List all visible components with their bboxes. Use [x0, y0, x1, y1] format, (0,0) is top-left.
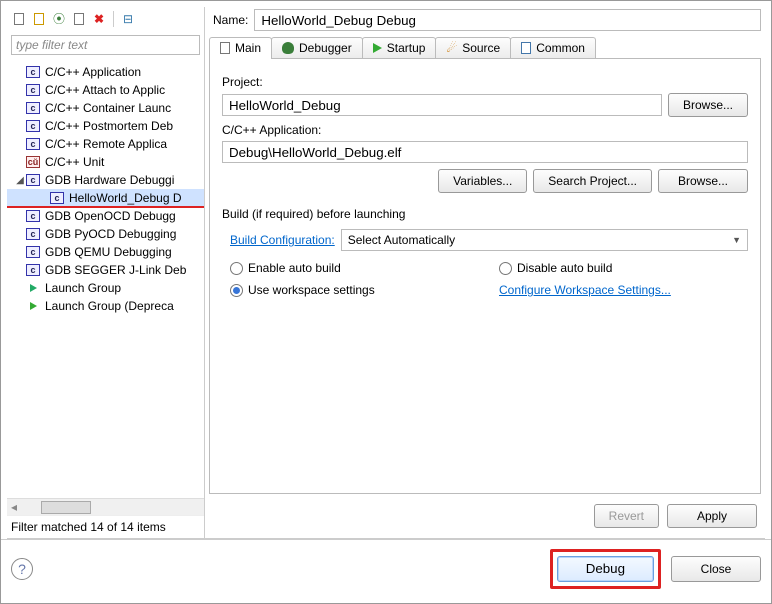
close-button[interactable]: Close	[671, 556, 761, 582]
tree-item[interactable]: cC/C++ Postmortem Deb	[7, 117, 204, 135]
app-input[interactable]	[222, 141, 748, 163]
build-config-link[interactable]: Build Configuration:	[230, 233, 335, 247]
use-workspace-radio[interactable]: Use workspace settings	[230, 283, 479, 297]
disable-auto-build-radio[interactable]: Disable auto build	[499, 261, 748, 275]
tree-item[interactable]: cGDB OpenOCD Debugg	[7, 207, 204, 225]
tree-item[interactable]: cC/C++ Container Launc	[7, 99, 204, 117]
dialog-button-bar: ? Debug Close	[1, 539, 771, 597]
tab-startup[interactable]: Startup	[362, 37, 437, 58]
apply-button[interactable]: Apply	[667, 504, 757, 528]
browse-app-button[interactable]: Browse...	[658, 169, 748, 193]
tab-debugger[interactable]: Debugger	[271, 37, 363, 58]
bug-icon	[282, 42, 294, 54]
doc-icon	[220, 42, 230, 54]
debug-highlight-box: Debug	[550, 549, 661, 589]
tree-item[interactable]: cGDB SEGGER J-Link Deb	[7, 261, 204, 279]
tab-main-body: Project: Browse... C/C++ Application: Va…	[209, 59, 761, 494]
config-tree[interactable]: cC/C++ Application cC/C++ Attach to Appl…	[7, 59, 204, 498]
play-icon	[373, 43, 382, 53]
right-panel: Name: Main Debugger Startup ☄Source Comm…	[205, 7, 765, 539]
export-icon[interactable]: ⦿	[51, 11, 67, 27]
chevron-down-icon: ▼	[732, 235, 741, 245]
collapse-icon[interactable]: ⊟	[120, 11, 136, 27]
delete-icon[interactable]: ✖	[91, 11, 107, 27]
config-tabs: Main Debugger Startup ☄Source Common	[209, 37, 761, 59]
left-panel: ⦿ ✖ ⊟ type filter text cC/C++ Applicatio…	[7, 7, 205, 539]
tree-toolbar: ⦿ ✖ ⊟	[7, 7, 204, 31]
duplicate-icon[interactable]	[71, 11, 87, 27]
help-icon[interactable]: ?	[11, 558, 33, 580]
doc-icon	[521, 42, 531, 54]
source-icon: ☄	[446, 41, 457, 55]
tab-source[interactable]: ☄Source	[435, 37, 511, 58]
build-section-title: Build (if required) before launching	[222, 207, 748, 221]
name-input[interactable]	[254, 9, 761, 31]
tab-common[interactable]: Common	[510, 37, 596, 58]
tree-item[interactable]: cŭC/C++ Unit	[7, 153, 204, 171]
tree-item[interactable]: cC/C++ Remote Applica	[7, 135, 204, 153]
tree-item[interactable]: cC/C++ Application	[7, 63, 204, 81]
variables-button[interactable]: Variables...	[438, 169, 527, 193]
app-label: C/C++ Application:	[222, 123, 748, 137]
tree-item[interactable]: Launch Group	[7, 279, 204, 297]
horizontal-scrollbar[interactable]: ◂	[7, 498, 204, 515]
browse-project-button[interactable]: Browse...	[668, 93, 748, 117]
configure-workspace-link[interactable]: Configure Workspace Settings...	[499, 283, 671, 297]
build-config-dropdown[interactable]: Select Automatically▼	[341, 229, 748, 251]
filter-input[interactable]: type filter text	[11, 35, 200, 55]
project-label: Project:	[222, 75, 748, 89]
filter-status: Filter matched 14 of 14 items	[7, 515, 204, 538]
tree-item[interactable]: cGDB QEMU Debugging	[7, 243, 204, 261]
search-project-button[interactable]: Search Project...	[533, 169, 652, 193]
revert-button[interactable]: Revert	[594, 504, 659, 528]
tree-item[interactable]: cGDB PyOCD Debugging	[7, 225, 204, 243]
debug-button[interactable]: Debug	[557, 556, 654, 582]
new-proto-icon[interactable]	[31, 11, 47, 27]
tree-item[interactable]: ◢cGDB Hardware Debuggi	[7, 171, 204, 189]
name-label: Name:	[213, 13, 248, 27]
new-config-icon[interactable]	[11, 11, 27, 27]
project-input[interactable]	[222, 94, 662, 116]
tree-item[interactable]: Launch Group (Depreca	[7, 297, 204, 315]
tree-item-selected[interactable]: cHelloWorld_Debug D	[7, 189, 204, 207]
tab-main[interactable]: Main	[209, 37, 272, 58]
tree-item[interactable]: cC/C++ Attach to Applic	[7, 81, 204, 99]
enable-auto-build-radio[interactable]: Enable auto build	[230, 261, 479, 275]
